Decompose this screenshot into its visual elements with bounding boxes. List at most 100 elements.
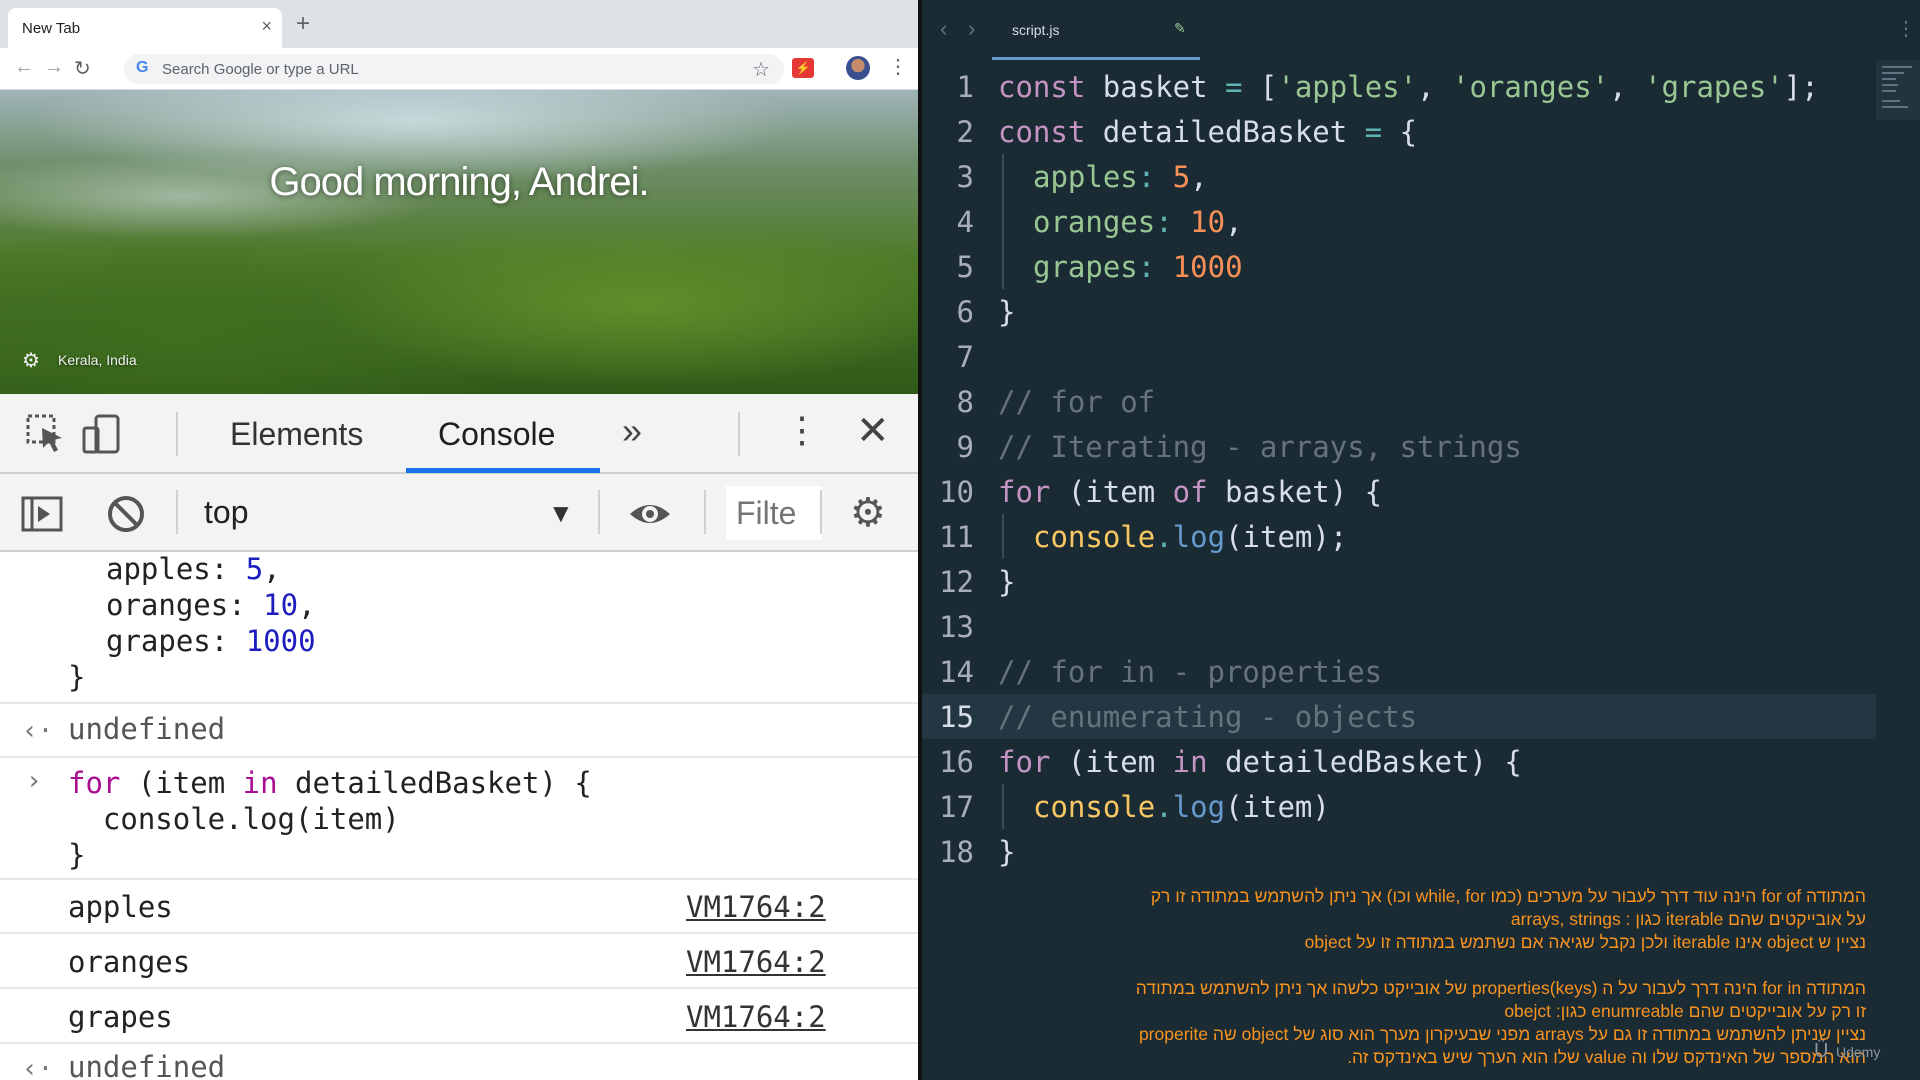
device-toolbar-icon[interactable]: [80, 412, 124, 456]
line-number: 10: [939, 475, 974, 509]
browser-tab[interactable]: New Tab ×: [8, 8, 282, 48]
line-number: 6: [956, 295, 974, 329]
minimap[interactable]: [1876, 60, 1920, 120]
code-line: 14 // for in - properties: [922, 649, 1876, 694]
console-line: grapes: 1000: [106, 624, 316, 658]
console-filter-input[interactable]: [726, 486, 822, 540]
result-arrow-icon: ‹·: [22, 1054, 54, 1080]
omnibox-placeholder: Search Google or type a URL: [162, 61, 359, 78]
line-number: 17: [939, 790, 974, 824]
line-number: 3: [956, 160, 974, 194]
editor-tab-filename[interactable]: script.js: [1012, 22, 1059, 38]
line-number: 13: [939, 610, 974, 644]
note-line: נציין ש object אינו iterable ולכן נקבל ש…: [1304, 932, 1866, 952]
tab-elements[interactable]: Elements: [230, 416, 363, 453]
tab-title: New Tab: [22, 20, 81, 37]
minimap-line: [1882, 84, 1898, 86]
line-number: 14: [939, 655, 974, 689]
note-line: המתודה for of הינה עוד דרך לעבור על מערכ…: [1150, 886, 1866, 906]
indent-guide: [1002, 514, 1004, 559]
show-sidebar-icon[interactable]: [20, 492, 64, 536]
console-line: apples: 5,: [106, 552, 281, 586]
line-number: 18: [939, 835, 974, 869]
line-number: 7: [956, 340, 974, 374]
line-number: 8: [956, 385, 974, 419]
code-text: apples: 5,: [1033, 160, 1208, 194]
result-arrow-icon: ‹·: [22, 716, 54, 746]
code-line: 10 for (item of basket) {: [922, 469, 1876, 514]
chevron-down-icon[interactable]: ▼: [548, 498, 574, 529]
code-line: 11 console.log(item);: [922, 514, 1876, 559]
close-tab-icon[interactable]: ×: [261, 16, 272, 37]
console-row-divider: [0, 702, 918, 704]
code-comment: // enumerating - objects: [998, 700, 1418, 734]
new-tab-button[interactable]: +: [296, 10, 310, 38]
chevron-left-icon[interactable]: ‹: [940, 16, 947, 42]
code-line: 7: [922, 334, 1876, 379]
console-log-output: oranges: [68, 945, 191, 979]
more-tabs-icon[interactable]: »: [622, 410, 642, 452]
extension-icon[interactable]: ⚡: [792, 58, 814, 78]
code-line: 9 // Iterating - arrays, strings: [922, 424, 1876, 469]
code-comment: // Iterating - arrays, strings: [998, 430, 1522, 464]
console-settings-gear-icon[interactable]: ⚙: [850, 490, 886, 536]
console-input-line: console.log(item): [68, 802, 400, 836]
minimap-line: [1882, 106, 1908, 108]
code-text: oranges: 10,: [1033, 205, 1243, 239]
code-comment: // for in - properties: [998, 655, 1383, 689]
minimap-line: [1882, 78, 1896, 80]
code-text: }: [998, 295, 1016, 329]
code-text: }: [998, 835, 1016, 869]
forward-icon[interactable]: →: [44, 56, 64, 79]
console-line: oranges: 10,: [106, 588, 316, 622]
code-line: 3 apples: 5,: [922, 154, 1876, 199]
console-input-line: for (item in detailedBasket) {: [68, 766, 592, 800]
profile-avatar[interactable]: [846, 56, 870, 80]
devtools-menu-icon[interactable]: ⋮: [784, 408, 820, 452]
bookmark-star-icon[interactable]: ☆: [752, 57, 770, 82]
back-icon[interactable]: ←: [14, 56, 34, 79]
code-line-current: 15 // enumerating - objects: [922, 694, 1876, 739]
code-text: console.log(item): [1033, 790, 1330, 824]
source-link[interactable]: VM1764:2: [686, 890, 826, 924]
code-line: 12 }: [922, 559, 1876, 604]
note-line: נציין שניתן להשתמש במתודה זו גם על array…: [1138, 1024, 1866, 1044]
toolbar-divider: [704, 490, 706, 534]
console-row-divider: [0, 987, 918, 989]
code-line: 8 // for of: [922, 379, 1876, 424]
line-number: 16: [939, 745, 974, 779]
code-text: for (item of basket) {: [998, 475, 1383, 509]
hebrew-notes: המתודה for of הינה עוד דרך לעבור על מערכ…: [930, 885, 1866, 1069]
new-tab-background: Good morning, Andrei. ⚙ Kerala, India: [0, 90, 918, 394]
source-link[interactable]: VM1764:2: [686, 1000, 826, 1034]
editor-menu-icon[interactable]: ⋮: [1896, 16, 1916, 41]
source-link[interactable]: VM1764:2: [686, 945, 826, 979]
browser-window: New Tab × + ← → ↻ G Search Google or typ…: [0, 0, 918, 1080]
chevron-right-icon[interactable]: ›: [968, 16, 975, 42]
greeting-text: Good morning, Andrei.: [269, 160, 649, 204]
reload-icon[interactable]: ↻: [74, 56, 91, 81]
line-number: 9: [956, 430, 974, 464]
code-line: 6 }: [922, 289, 1876, 334]
console-input-line: }: [68, 838, 86, 872]
inspect-element-icon[interactable]: [24, 412, 68, 456]
live-expression-eye-icon[interactable]: [628, 492, 672, 536]
line-number: 1: [956, 70, 974, 104]
tab-strip: New Tab × +: [0, 0, 918, 48]
omnibox[interactable]: G Search Google or type a URL ☆: [124, 54, 784, 84]
close-devtools-icon[interactable]: ✕: [856, 408, 890, 454]
clear-console-icon[interactable]: [104, 492, 148, 536]
browser-menu-icon[interactable]: ⋮: [888, 54, 908, 79]
editor-tabbar: ‹ › script.js ✎ ⋮: [922, 0, 1920, 60]
toolbar-divider: [738, 412, 740, 456]
code-line: 4 oranges: 10,: [922, 199, 1876, 244]
line-number: 15: [939, 700, 974, 734]
code-comment: // for of: [998, 385, 1156, 419]
code-text: for (item in detailedBasket) {: [998, 745, 1522, 779]
settings-gear-icon[interactable]: ⚙: [22, 348, 40, 373]
active-tab-indicator: [406, 468, 600, 473]
indent-guide: [1002, 784, 1004, 829]
context-selector[interactable]: top: [204, 494, 248, 531]
toolbar-divider: [176, 412, 178, 456]
tab-console[interactable]: Console: [438, 416, 555, 453]
